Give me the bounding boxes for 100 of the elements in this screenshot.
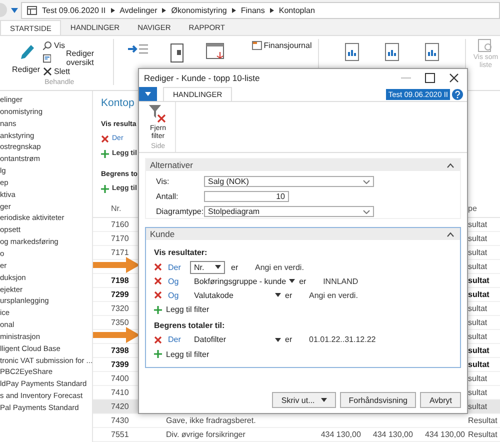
plus-icon[interactable] bbox=[154, 350, 162, 358]
table-cell: sultat bbox=[468, 262, 488, 271]
field-label: Vis: bbox=[156, 177, 170, 186]
breadcrumb-item[interactable]: Økonomistyring bbox=[171, 6, 227, 14]
filter-heading: Begrens totaler til: bbox=[154, 320, 226, 332]
filter-heading: Vis resultater: bbox=[154, 247, 208, 259]
table-cell: sultat bbox=[468, 276, 490, 285]
table-cell: sultat bbox=[468, 360, 490, 369]
add-filter-link[interactable]: Legg til filter bbox=[166, 305, 210, 314]
ribbon-action[interactable]: Vis bbox=[43, 39, 107, 51]
remove-icon[interactable] bbox=[101, 134, 109, 142]
field-label: Antall: bbox=[156, 192, 180, 201]
chart-page-icon[interactable] bbox=[424, 43, 439, 61]
table-cell: Resultat bbox=[468, 430, 498, 439]
table-cell: 7299 bbox=[111, 290, 129, 299]
filter-conjunction[interactable]: Der bbox=[168, 262, 190, 272]
table-cell: sultat bbox=[468, 290, 490, 299]
close-icon[interactable] bbox=[449, 73, 459, 83]
remove-icon[interactable] bbox=[154, 277, 162, 286]
maximize-icon[interactable] bbox=[425, 73, 435, 83]
value-field[interactable]: INNLAND bbox=[323, 276, 358, 286]
table-cell: 7430 bbox=[111, 416, 129, 425]
filter-conjunction[interactable]: Og bbox=[168, 276, 190, 286]
calendar-icon[interactable] bbox=[206, 43, 226, 61]
address-bar[interactable]: Test 09.06.2020 II Avdelinger Økonomistyring Finans Kontoplan bbox=[21, 2, 500, 18]
filter-operator: er bbox=[231, 262, 240, 272]
notebook-icon[interactable] bbox=[170, 43, 184, 63]
filter-field[interactable]: Valutakode bbox=[190, 290, 275, 300]
chart-page-icon[interactable] bbox=[344, 43, 359, 61]
table-cell: 434 130,00 bbox=[424, 430, 465, 439]
pencil-icon bbox=[18, 43, 34, 61]
plus-icon[interactable] bbox=[101, 150, 109, 158]
table-cell: 7350 bbox=[111, 318, 129, 327]
section-header[interactable]: Alternativer bbox=[146, 159, 460, 171]
page-title: Kontop bbox=[101, 96, 134, 111]
chevron-icon bbox=[232, 8, 236, 12]
table-cell: sultat bbox=[468, 402, 488, 411]
table-cell: 7160 bbox=[111, 220, 129, 229]
table-cell: 7198 bbox=[111, 276, 129, 285]
dialog-button[interactable]: Avbryt bbox=[420, 392, 461, 408]
value-field[interactable]: Angi en verdi. bbox=[309, 290, 358, 300]
value-field[interactable]: 01.01.22..31.12.22 bbox=[309, 335, 376, 344]
filter-remove-icon bbox=[149, 105, 167, 123]
chevron-icon bbox=[162, 8, 166, 12]
table-cell: sultat bbox=[468, 318, 488, 327]
breadcrumb-item[interactable]: Avdelinger bbox=[120, 6, 158, 14]
chart-page-icon[interactable] bbox=[384, 43, 399, 61]
dropdown-caret-icon[interactable] bbox=[275, 293, 281, 298]
ribbon-action[interactable]: Rediger oversikt bbox=[43, 52, 107, 64]
dialog-button[interactable]: Skriv ut... bbox=[272, 392, 336, 408]
table-cell: 7170 bbox=[111, 234, 129, 243]
edit-button[interactable]: Rediger bbox=[12, 39, 40, 77]
breadcrumb-item[interactable]: Finans bbox=[240, 6, 265, 14]
journal-button[interactable]: Finansjournal bbox=[252, 39, 312, 51]
plus-icon[interactable] bbox=[154, 306, 162, 314]
value-field[interactable]: Angi en verdi. bbox=[255, 262, 304, 272]
table-cell: 7551 bbox=[111, 430, 129, 439]
filter-field[interactable]: Datofilter bbox=[190, 335, 275, 344]
breadcrumb-item[interactable]: Test 09.06.2020 II bbox=[42, 6, 106, 14]
help-icon[interactable] bbox=[452, 88, 463, 100]
filter-conjunction[interactable]: Der bbox=[168, 335, 190, 344]
page-icon bbox=[27, 6, 37, 14]
remove-icon[interactable] bbox=[154, 291, 162, 300]
table-cell: Gave, ikke fradragsberet. bbox=[166, 416, 256, 425]
table-row[interactable]: 7551 Div. øvrige forsikringer 434 130,00 434 130,00 434 130,00 Resultat bbox=[93, 428, 500, 442]
dialog-title: Rediger - Kunde - topp 10-liste bbox=[144, 73, 260, 83]
dropdown-field[interactable]: Salg (NOK) bbox=[204, 176, 374, 187]
dropdown-caret-icon[interactable] bbox=[275, 338, 281, 342]
filter-conjunction[interactable]: Og bbox=[168, 290, 190, 300]
table-cell: 7398 bbox=[111, 346, 129, 355]
field-dropdown[interactable]: Nr. bbox=[190, 260, 225, 274]
pointer-arrow bbox=[93, 327, 140, 343]
filter-operator: er bbox=[285, 335, 294, 344]
number-field[interactable]: 10 bbox=[204, 191, 289, 202]
chevron-icon bbox=[447, 162, 454, 168]
plus-icon[interactable] bbox=[101, 184, 109, 192]
table-cell: sultat bbox=[468, 374, 488, 383]
table-cell: sultat bbox=[468, 346, 490, 355]
filter-operator: er bbox=[285, 290, 294, 300]
add-filter-link[interactable]: Legg til filter bbox=[166, 350, 210, 359]
section-header[interactable]: Kunde bbox=[146, 228, 460, 240]
caret-icon[interactable] bbox=[11, 8, 18, 12]
column-header[interactable]: pe bbox=[468, 204, 500, 213]
ribbon-action[interactable]: Slett bbox=[43, 65, 107, 77]
dropdown-field[interactable]: Stolpediagram bbox=[204, 206, 374, 217]
remove-icon[interactable] bbox=[154, 263, 162, 272]
chevron-icon bbox=[447, 232, 454, 236]
menu-button[interactable] bbox=[139, 87, 157, 101]
breadcrumb-item[interactable]: Kontoplan bbox=[278, 6, 315, 14]
magnifier-page-icon bbox=[478, 39, 494, 53]
table-cell: Div. øvrige forsikringer bbox=[166, 430, 246, 439]
field-label: Diagramtype: bbox=[156, 207, 204, 216]
chevron-icon bbox=[270, 8, 274, 12]
table-cell: 434 130,00 bbox=[320, 430, 361, 439]
filter-field[interactable]: Bokføringsgruppe - kunde bbox=[190, 276, 290, 286]
dialog-button[interactable]: Forhåndsvisning bbox=[340, 392, 416, 408]
table-cell: 7400 bbox=[111, 374, 129, 383]
dropdown-caret-icon[interactable] bbox=[289, 279, 296, 284]
table-cell: sultat bbox=[468, 332, 488, 341]
remove-icon[interactable] bbox=[154, 336, 162, 344]
